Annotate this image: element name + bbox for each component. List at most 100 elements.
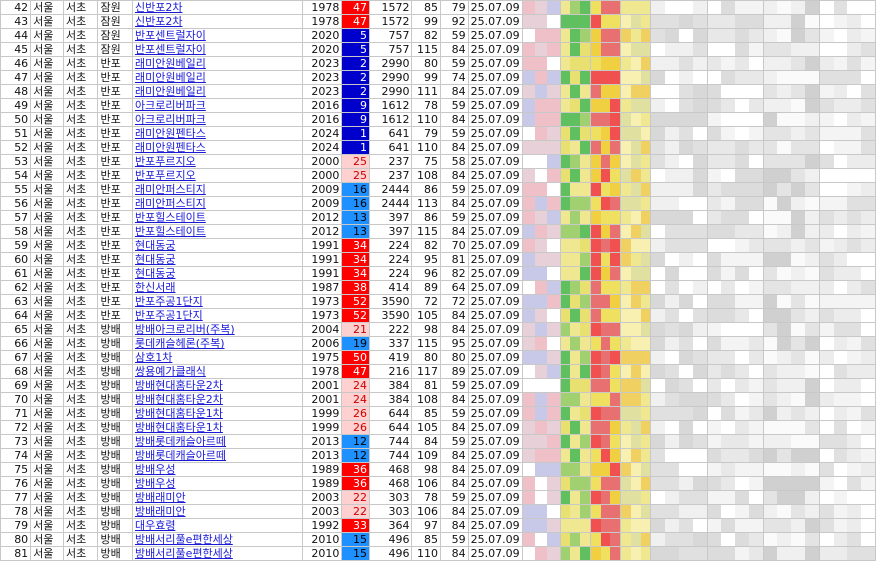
obscured-block (630, 197, 641, 210)
table-row[interactable]: 51 서울 서초 반포 래미안원펜타스 2024 1 641 79 59 25.07.09 (0, 126, 876, 141)
table-row[interactable]: 60 서울 서초 반포 현대동궁 1991 34 224 95 81 25.07.09 (0, 252, 876, 267)
complex-name-link[interactable]: 반포힐스테이트 (131, 210, 303, 225)
obscured-block (640, 225, 650, 238)
complex-name-link[interactable]: 쌍용예가클래식 (131, 364, 303, 379)
complex-name-link[interactable]: 한신서래 (131, 280, 303, 295)
complex-name-link[interactable]: 반포주공1단지 (131, 308, 303, 323)
table-row[interactable]: 67 서울 서초 방배 삼호1차 1975 50 419 80 80 25.07.09 (0, 350, 876, 365)
date-cell: 25.07.09 (467, 112, 523, 127)
table-row[interactable]: 74 서울 서초 방배 방배롯데캐슬아르떼 2013 12 744 109 84 25.07.09 (0, 448, 876, 463)
obscured-block (820, 1, 834, 14)
obscured-block (534, 113, 548, 126)
table-row[interactable]: 79 서울 서초 방배 대우효령 1992 33 364 97 84 25.07.09 (0, 518, 876, 533)
obscured-cell (559, 0, 591, 15)
obscured-block (621, 421, 631, 434)
complex-name-link[interactable]: 래미안원베일리 (131, 56, 303, 71)
table-row[interactable]: 73 서울 서초 방배 방배롯데캐슬아르떼 2013 12 744 84 59 25.07.09 (0, 434, 876, 449)
complex-name-link[interactable]: 현대동궁 (131, 252, 303, 267)
table-row[interactable]: 47 서울 서초 반포 래미안원베일리 2023 2 2990 99 74 25.07.09 (0, 70, 876, 85)
table-row[interactable]: 62 서울 서초 반포 한신서래 1987 38 414 89 64 25.07.09 (0, 280, 876, 295)
complex-name-link[interactable]: 방배현대홈타운1차 (131, 406, 303, 421)
complex-name-link[interactable]: 반포센트럴자이 (131, 42, 303, 57)
complex-name-link[interactable]: 반포주공1단지 (131, 294, 303, 309)
complex-name-link[interactable]: 반포힐스테이트 (131, 224, 303, 239)
table-row[interactable]: 59 서울 서초 반포 현대동궁 1991 34 224 82 70 25.07.09 (0, 238, 876, 253)
table-row[interactable]: 76 서울 서초 방배 방배우성 1989 36 468 106 84 25.07.09 (0, 476, 876, 491)
complex-name-link[interactable]: 방배현대홈타운1차 (131, 420, 303, 435)
obscured-block (721, 71, 736, 84)
table-row[interactable]: 53 서울 서초 반포 반포푸르지오 2000 25 237 75 58 25.07.09 (0, 154, 876, 169)
table-row[interactable]: 43 서울 서초 잠원 신반포2차 1978 47 1572 99 92 25.07.09 (0, 14, 876, 29)
table-row[interactable]: 80 서울 서초 방배 방배서리풀e편한세상 2010 15 496 85 59 25.07.09 (0, 532, 876, 547)
table-row[interactable]: 77 서울 서초 방배 방배래미안 2003 22 303 78 59 25.07.09 (0, 490, 876, 505)
table-row[interactable]: 54 서울 서초 반포 반포푸르지오 2000 25 237 108 84 25.07.09 (0, 168, 876, 183)
obscured-block (570, 463, 581, 476)
table-row[interactable]: 68 서울 서초 방배 쌍용예가클래식 1978 47 216 117 89 25.07.09 (0, 364, 876, 379)
table-row[interactable]: 49 서울 서초 반포 아크로리버파크 2016 9 1612 78 59 25.07.09 (0, 98, 876, 113)
complex-name-link[interactable]: 래미안원베일리 (131, 84, 303, 99)
complex-name-link[interactable]: 아크로리버파크 (131, 98, 303, 113)
table-row[interactable]: 42 서울 서초 잠원 신반포2차 1978 47 1572 85 79 25.07.09 (0, 0, 876, 15)
complex-name-link[interactable]: 래미안원펜타스 (131, 126, 303, 141)
table-row[interactable]: 69 서울 서초 방배 방배현대홈타운2차 2001 24 384 81 59 25.07.09 (0, 378, 876, 393)
table-row[interactable]: 57 서울 서초 반포 반포힐스테이트 2012 13 397 86 59 25.07.09 (0, 210, 876, 225)
complex-name-link[interactable]: 롯데캐슬헤론(주복) (131, 336, 303, 351)
obscured-block (591, 197, 601, 210)
complex-name-link[interactable]: 방배래미안 (131, 504, 303, 519)
table-row[interactable]: 56 서울 서초 반포 래미안퍼스티지 2009 16 2444 113 84 25.07.09 (0, 196, 876, 211)
complex-name-link[interactable]: 방배현대홈타운2차 (131, 392, 303, 407)
table-row[interactable]: 63 서울 서초 반포 반포주공1단지 1973 52 3590 72 72 25.07.09 (0, 294, 876, 309)
dong-cell: 반포 (97, 168, 133, 183)
table-row[interactable]: 55 서울 서초 반포 래미안퍼스티지 2009 16 2444 86 59 25.07.09 (0, 182, 876, 197)
table-row[interactable]: 52 서울 서초 반포 래미안원펜타스 2024 1 641 110 84 25.07.09 (0, 140, 876, 155)
complex-name-link[interactable]: 방배우성 (131, 476, 303, 491)
table-row[interactable]: 58 서울 서초 반포 반포힐스테이트 2012 13 397 115 84 25.07.09 (0, 224, 876, 239)
complex-name-link[interactable]: 아크로리버파크 (131, 112, 303, 127)
table-row[interactable]: 78 서울 서초 방배 방배래미안 2003 22 303 106 84 25.07.09 (0, 504, 876, 519)
obscured-block (847, 141, 862, 154)
table-row[interactable]: 71 서울 서초 방배 방배현대홈타운1차 1999 26 644 85 59 25.07.09 (0, 406, 876, 421)
obscured-block (591, 141, 601, 154)
table-row[interactable]: 64 서울 서초 반포 반포주공1단지 1973 52 3590 105 84 25.07.09 (0, 308, 876, 323)
obscured-block (591, 113, 601, 126)
table-row[interactable]: 48 서울 서초 반포 래미안원베일리 2023 2 2990 111 84 25.07.09 (0, 84, 876, 99)
table-row[interactable]: 50 서울 서초 반포 아크로리버파크 2016 9 1612 110 84 25.07.09 (0, 112, 876, 127)
table-row[interactable]: 70 서울 서초 방배 방배현대홈타운2차 2001 24 384 108 84 25.07.09 (0, 392, 876, 407)
obscured-block (534, 519, 548, 532)
table-row[interactable]: 65 서울 서초 방배 방배아크로리버(주복) 2004 21 222 98 84 25.07.09 (0, 322, 876, 337)
obscured-block (833, 519, 848, 532)
complex-name-link[interactable]: 래미안퍼스티지 (131, 196, 303, 211)
complex-name-link[interactable]: 방배우성 (131, 462, 303, 477)
table-row[interactable]: 61 서울 서초 반포 현대동궁 1991 34 224 96 82 25.07.09 (0, 266, 876, 281)
complex-name-link[interactable]: 방배아크로리버(주복) (131, 322, 303, 337)
complex-name-link[interactable]: 현대동궁 (131, 266, 303, 281)
complex-name-link[interactable]: 신반포2차 (131, 14, 303, 29)
complex-name-link[interactable]: 현대동궁 (131, 238, 303, 253)
complex-name-link[interactable]: 방배롯데캐슬아르떼 (131, 434, 303, 449)
obscured-block (665, 365, 679, 378)
complex-name-link[interactable]: 방배서리풀e편한세상 (131, 546, 303, 561)
dong-cell: 반포 (97, 182, 133, 197)
complex-name-link[interactable]: 삼호1차 (131, 350, 303, 365)
complex-name-link[interactable]: 래미안원베일리 (131, 70, 303, 85)
table-row[interactable]: 45 서울 서초 잠원 반포센트럴자이 2020 5 757 115 84 25.07.09 (0, 42, 876, 57)
complex-name-link[interactable]: 신반포2차 (131, 0, 303, 15)
complex-name-link[interactable]: 반포푸르지오 (131, 168, 303, 183)
complex-name-link[interactable]: 방배롯데캐슬아르떼 (131, 448, 303, 463)
complex-name-link[interactable]: 대우효령 (131, 518, 303, 533)
table-row[interactable]: 81 서울 서초 방배 방배서리풀e편한세상 2010 15 496 110 84 25.07.09 (0, 546, 876, 561)
table-row[interactable]: 66 서울 서초 방배 롯데캐슬헤론(주복) 2006 19 337 115 95 25.07.09 (0, 336, 876, 351)
table-row[interactable]: 46 서울 서초 반포 래미안원베일리 2023 2 2990 80 59 25.07.09 (0, 56, 876, 71)
complex-name-link[interactable]: 반포센트럴자이 (131, 28, 303, 43)
complex-name-link[interactable]: 방배현대홈타운2차 (131, 378, 303, 393)
table-row[interactable]: 44 서울 서초 잠원 반포센트럴자이 2020 5 757 82 59 25.07.09 (0, 28, 876, 43)
obscured-block (692, 351, 707, 364)
complex-name-link[interactable]: 방배서리풀e편한세상 (131, 532, 303, 547)
complex-name-link[interactable]: 방배래미안 (131, 490, 303, 505)
table-row[interactable]: 72 서울 서초 방배 방배현대홈타운1차 1999 26 644 105 84 25.07.09 (0, 420, 876, 435)
complex-name-link[interactable]: 래미안퍼스티지 (131, 182, 303, 197)
complex-name-link[interactable]: 반포푸르지오 (131, 154, 303, 169)
complex-name-link[interactable]: 래미안원펜타스 (131, 140, 303, 155)
table-row[interactable]: 75 서울 서초 방배 방배우성 1989 36 468 98 84 25.07.09 (0, 462, 876, 477)
dong-cell: 방배 (97, 350, 133, 365)
